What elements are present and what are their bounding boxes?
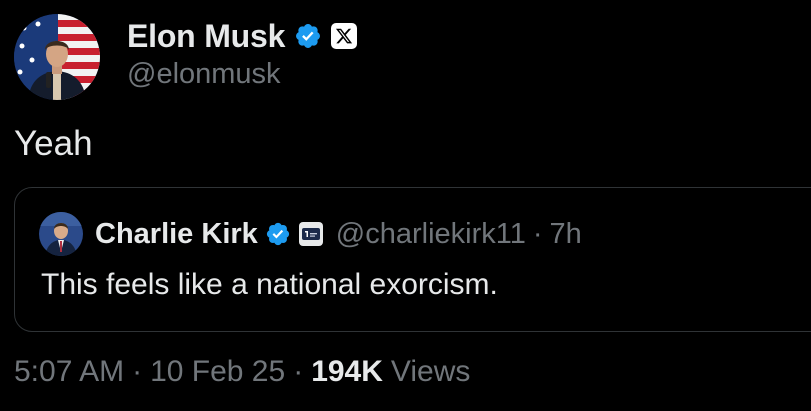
quoted-author-avatar[interactable] xyxy=(39,212,83,256)
meta-separator: · xyxy=(293,355,304,388)
quoted-verified-badge-icon[interactable] xyxy=(265,221,291,247)
meta-separator: · xyxy=(132,355,143,388)
turning-point-badge-icon[interactable] xyxy=(298,222,323,246)
tweet-time[interactable]: 5:07 AM xyxy=(14,355,124,389)
verified-badge-icon[interactable] xyxy=(294,22,322,50)
quoted-avatar-photo-icon xyxy=(39,212,83,256)
views-count: 194K xyxy=(311,355,383,388)
quoted-tweet-header: Charlie Kirk @charliekirk11 · 7h xyxy=(39,212,582,256)
quoted-display-name[interactable]: Charlie Kirk xyxy=(95,218,258,251)
avatar-photo-icon xyxy=(14,14,100,100)
author-handle[interactable]: @elonmusk xyxy=(127,58,281,91)
x-affiliate-badge-icon[interactable] xyxy=(331,23,358,49)
quoted-timestamp[interactable]: 7h xyxy=(550,218,582,251)
quoted-tweet-text: This feels like a national exorcism. xyxy=(41,268,498,301)
author-display-name[interactable]: Elon Musk xyxy=(127,18,285,55)
quoted-tweet-card[interactable]: Charlie Kirk @charliekirk11 · 7h This fe… xyxy=(14,187,811,332)
quoted-separator: · xyxy=(532,217,543,250)
tweet-text: Yeah xyxy=(14,124,93,163)
quoted-handle[interactable]: @charliekirk11 xyxy=(336,218,526,251)
tweet-meta-row: 5:07 AM · 10 Feb 25 · 194K Views xyxy=(14,355,470,389)
views-label: Views xyxy=(390,355,471,388)
author-avatar[interactable] xyxy=(14,14,100,100)
author-name-row: Elon Musk xyxy=(127,16,358,56)
tweet-date[interactable]: 10 Feb 25 xyxy=(150,355,285,389)
